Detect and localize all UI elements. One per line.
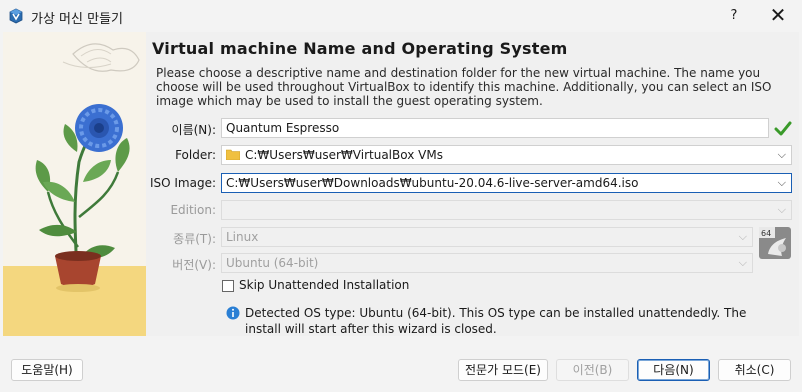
- edition-label: Edition:: [170, 203, 216, 217]
- title-bar: 가상 머신 만들기 ? ✕: [0, 0, 802, 32]
- name-input-value: Quantum Espresso: [226, 121, 340, 135]
- version-label: 버전(V):: [172, 258, 216, 272]
- type-label: 종류(T):: [173, 232, 216, 246]
- folder-value: C:₩Users₩user₩VirtualBox VMs: [245, 148, 443, 162]
- info-icon: [226, 306, 240, 320]
- help-button[interactable]: 도움말(H): [11, 359, 83, 381]
- chevron-down-icon[interactable]: ⌵: [778, 174, 786, 192]
- expert-mode-button[interactable]: 전문가 모드(E): [458, 359, 548, 381]
- chevron-down-icon[interactable]: ⌵: [778, 146, 786, 164]
- type-value: Linux: [226, 230, 259, 244]
- skip-unattended-checkbox[interactable]: [222, 280, 234, 292]
- help-title-button[interactable]: ?: [720, 0, 748, 32]
- detected-os-info: Detected OS type: Ubuntu (64-bit). This …: [245, 306, 747, 336]
- virtualbox-icon: [9, 8, 23, 24]
- chevron-down-icon: ⌵: [738, 230, 747, 243]
- next-button[interactable]: 다음(N): [637, 359, 710, 381]
- page-description: Please choose a descriptive name and des…: [156, 66, 772, 108]
- os-badge-text: 64: [761, 229, 771, 238]
- window-title: 가상 머신 만들기: [31, 12, 123, 27]
- iso-image-select[interactable]: C:₩Users₩user₩Downloads₩ubuntu-20.04.6-l…: [221, 173, 792, 193]
- chevron-down-icon: ⌵: [777, 203, 786, 216]
- button-bar: 도움말(H) 전문가 모드(E) 이전(B) 다음(N) 취소(C): [0, 352, 802, 392]
- close-button[interactable]: ✕: [760, 0, 796, 32]
- wizard-illustration: [3, 32, 146, 336]
- folder-select[interactable]: C:₩Users₩user₩VirtualBox VMs ⌵: [221, 145, 792, 165]
- skip-unattended-label[interactable]: Skip Unattended Installation: [239, 278, 409, 292]
- linux-os-icon: 64: [759, 227, 791, 259]
- type-select: Linux ⌵: [221, 227, 753, 247]
- cancel-button[interactable]: 취소(C): [718, 359, 791, 381]
- folder-icon: [226, 149, 240, 160]
- name-input[interactable]: Quantum Espresso: [221, 118, 769, 138]
- version-value: Ubuntu (64-bit): [226, 256, 319, 270]
- version-select: Ubuntu (64-bit) ⌵: [221, 253, 753, 273]
- valid-check-icon: [774, 121, 792, 136]
- folder-label: Folder:: [175, 148, 216, 162]
- name-label: 이름(N):: [171, 123, 216, 137]
- page-title: Virtual machine Name and Operating Syste…: [152, 39, 568, 58]
- plant-illustration: [3, 32, 146, 336]
- chevron-down-icon: ⌵: [738, 256, 747, 269]
- iso-value: C:₩Users₩user₩Downloads₩ubuntu-20.04.6-l…: [226, 176, 639, 190]
- wizard-content: Virtual machine Name and Operating Syste…: [146, 32, 799, 336]
- iso-label: ISO Image:: [149, 176, 216, 190]
- back-button[interactable]: 이전(B): [556, 359, 629, 381]
- edition-select: ⌵: [221, 200, 792, 220]
